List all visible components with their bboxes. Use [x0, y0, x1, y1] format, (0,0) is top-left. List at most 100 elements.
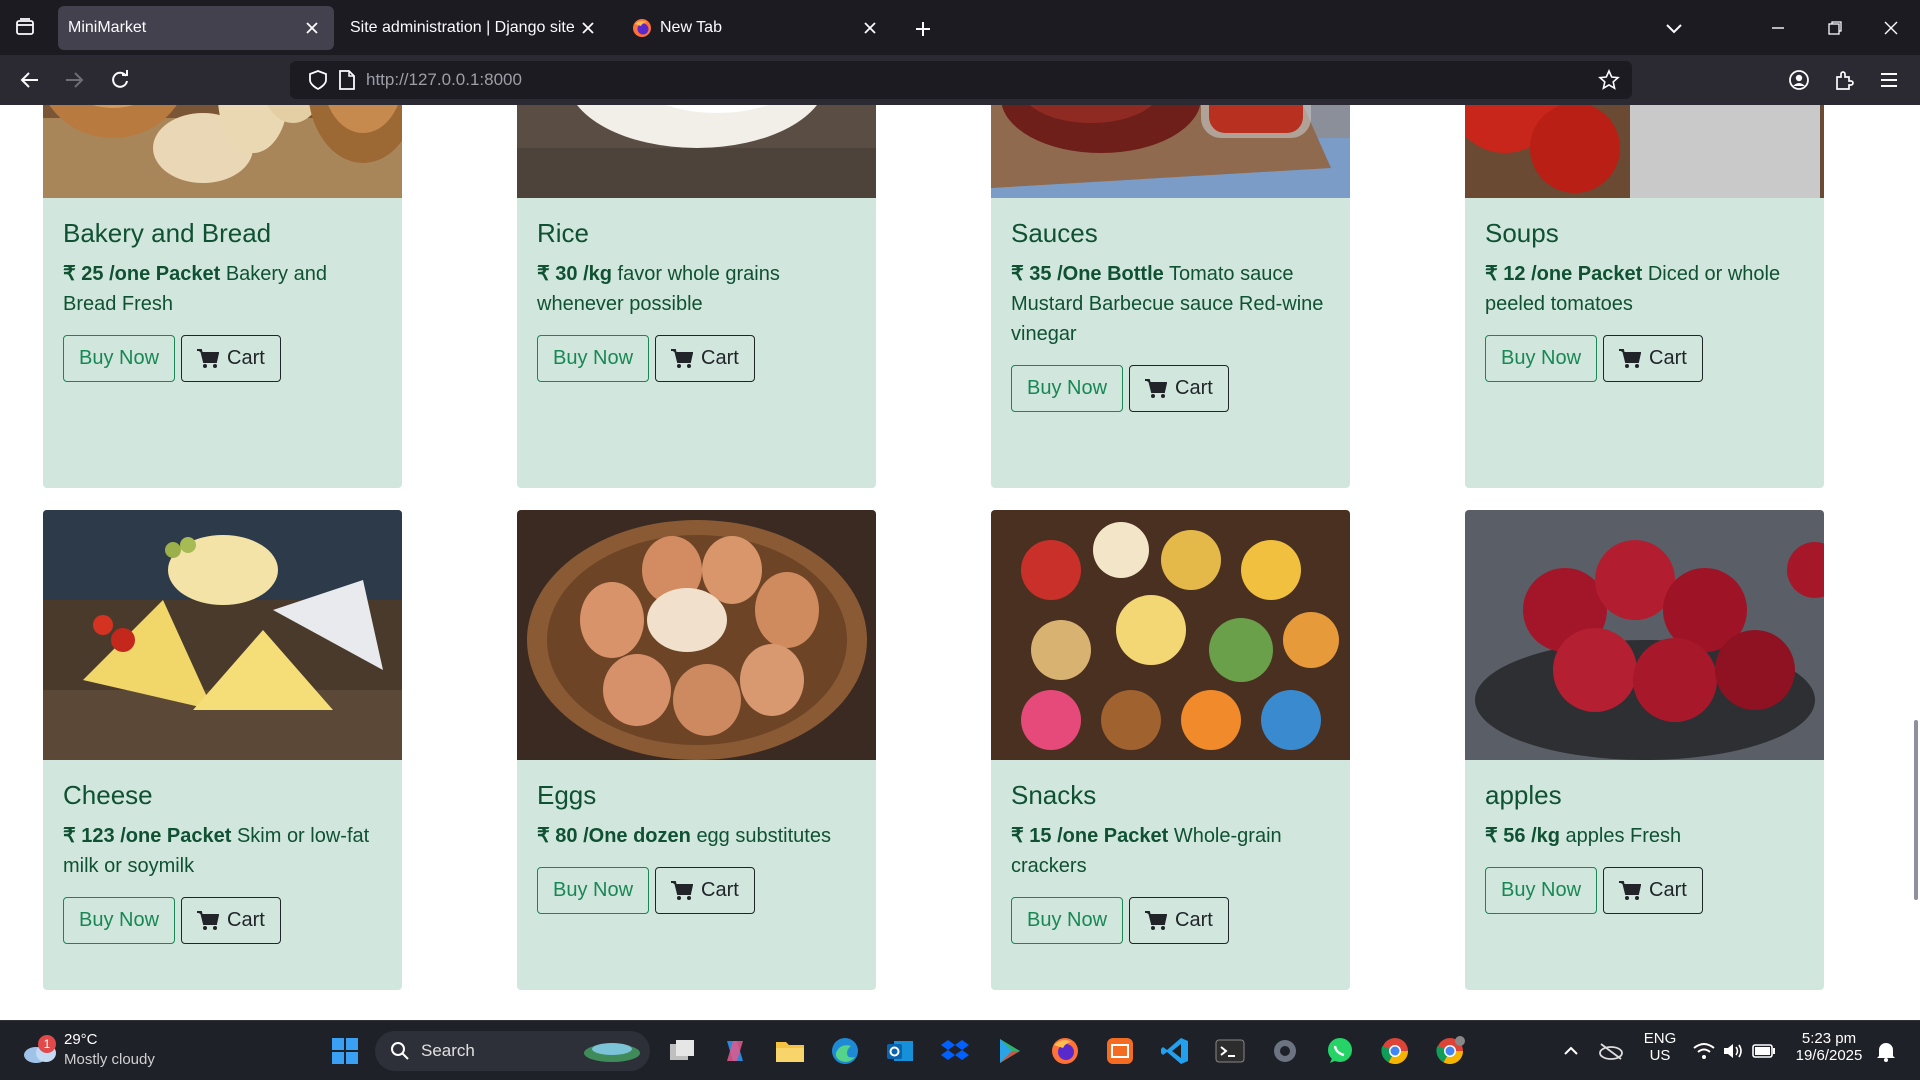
close-icon[interactable]	[300, 16, 324, 40]
back-arrow-icon[interactable]	[13, 63, 47, 97]
tab-title: Site administration | Django site adr	[350, 19, 576, 36]
shield-icon[interactable]	[308, 70, 328, 95]
buy-now-button[interactable]: Buy Now	[1485, 335, 1598, 382]
onedrive-icon[interactable]	[1593, 1033, 1629, 1069]
cart-button[interactable]: Cart	[1603, 867, 1703, 914]
page-content: Bakery and Bread ₹ 25 /one Packet Bakery…	[0, 105, 1920, 1020]
weather-temperature: 29°C	[64, 1031, 98, 1048]
product-name: Snacks	[1011, 780, 1097, 810]
cart-icon	[197, 910, 220, 930]
outlook-icon[interactable]	[882, 1033, 918, 1069]
vscode-icon[interactable]	[1157, 1033, 1193, 1069]
tab-new-tab[interactable]: New Tab	[622, 6, 892, 50]
tab-django-admin[interactable]: Site administration | Django site adr	[340, 6, 610, 50]
copilot-icon[interactable]	[717, 1033, 753, 1069]
restore-icon[interactable]	[1815, 8, 1855, 48]
reload-icon[interactable]	[103, 63, 137, 97]
edge-icon[interactable]	[827, 1033, 863, 1069]
terminal-icon[interactable]	[1212, 1033, 1248, 1069]
chevron-down-icon[interactable]	[1654, 8, 1694, 48]
firefox-taskbar-icon[interactable]	[1047, 1033, 1083, 1069]
cart-button[interactable]: Cart	[181, 335, 281, 382]
close-icon[interactable]	[576, 16, 600, 40]
clock[interactable]: 5:23 pm 19/6/2025	[1784, 1030, 1874, 1064]
product-name: Sauces	[1011, 218, 1098, 248]
app-orange-icon[interactable]	[1102, 1033, 1138, 1069]
product-price: ₹ 80 /One dozen	[537, 825, 691, 847]
cart-button[interactable]: Cart	[1129, 365, 1229, 412]
cart-icon	[1619, 348, 1642, 368]
product-description: ₹ 56 /kg apples Fresh	[1485, 825, 1682, 847]
product-card: Rice ₹ 30 /kg favor whole grains wheneve…	[517, 105, 876, 488]
account-icon[interactable]	[1782, 63, 1816, 97]
cart-button[interactable]: Cart	[1129, 897, 1229, 944]
taskbar-search[interactable]: Search	[375, 1031, 650, 1071]
buy-now-button[interactable]: Buy Now	[63, 335, 176, 382]
settings-gear-icon[interactable]	[1267, 1033, 1303, 1069]
product-name: apples	[1485, 780, 1562, 810]
product-image	[991, 510, 1350, 760]
close-icon[interactable]	[858, 16, 882, 40]
product-description: ₹ 30 /kg favor whole grains whenever pos…	[537, 263, 780, 315]
product-price: ₹ 56 /kg	[1485, 825, 1560, 847]
tab-minimarket[interactable]: MiniMarket	[58, 6, 334, 50]
forward-arrow-icon[interactable]	[57, 63, 91, 97]
language-indicator[interactable]: ENG US	[1640, 1030, 1680, 1064]
minimize-icon[interactable]	[1758, 8, 1798, 48]
cart-button[interactable]: Cart	[181, 897, 281, 944]
product-description: ₹ 123 /one Packet Skim or low-fat milk o…	[63, 825, 370, 877]
play-store-icon[interactable]	[992, 1033, 1028, 1069]
product-card: Cheese ₹ 123 /one Packet Skim or low-fat…	[43, 510, 402, 990]
buy-now-button[interactable]: Buy Now	[63, 897, 176, 944]
close-window-icon[interactable]	[1871, 8, 1911, 48]
product-image	[517, 105, 876, 198]
cart-icon	[671, 348, 694, 368]
product-name: Bakery and Bread	[63, 218, 272, 248]
search-icon	[391, 1042, 409, 1060]
product-card: Bakery and Bread ₹ 25 /one Packet Bakery…	[43, 105, 402, 488]
url-text[interactable]: http://127.0.0.1:8000	[366, 70, 522, 90]
dropbox-icon[interactable]	[937, 1033, 973, 1069]
tab-list-icon[interactable]	[8, 10, 42, 44]
chrome-icon[interactable]	[1377, 1033, 1413, 1069]
cart-button[interactable]: Cart	[1603, 335, 1703, 382]
cart-icon	[1619, 880, 1642, 900]
buy-now-button[interactable]: Buy Now	[537, 335, 650, 382]
scrollbar-thumb[interactable]	[1914, 720, 1918, 900]
windows-start-icon[interactable]	[327, 1033, 363, 1069]
weather-condition: Mostly cloudy	[64, 1051, 155, 1068]
buy-now-button[interactable]: Buy Now	[1011, 365, 1124, 412]
whatsapp-icon[interactable]	[1322, 1033, 1358, 1069]
tab-title: New Tab	[660, 19, 722, 36]
page-info-icon[interactable]	[338, 70, 356, 95]
product-image	[43, 105, 402, 198]
tab-title: MiniMarket	[68, 19, 147, 36]
notification-bell-icon[interactable]	[1868, 1033, 1904, 1069]
bookmark-star-icon[interactable]	[1598, 69, 1620, 96]
buy-now-button[interactable]: Buy Now	[1485, 867, 1598, 914]
cart-button[interactable]: Cart	[655, 335, 755, 382]
firefox-icon	[632, 18, 652, 38]
buy-now-button[interactable]: Buy Now	[1011, 897, 1124, 944]
url-bar[interactable]: http://127.0.0.1:8000	[290, 61, 1632, 99]
file-explorer-icon[interactable]	[772, 1033, 808, 1069]
product-description: ₹ 80 /One dozen egg substitutes	[537, 825, 831, 847]
product-description: ₹ 35 /One Bottle Tomato sauce Mustard Ba…	[1011, 263, 1324, 345]
product-grid: Bakery and Bread ₹ 25 /one Packet Bakery…	[43, 105, 1824, 990]
cart-button[interactable]: Cart	[655, 867, 755, 914]
chevron-up-icon[interactable]	[1553, 1033, 1589, 1069]
taskbar: 1 29°C Mostly cloudy Search ENG US 5:23 …	[0, 1020, 1920, 1080]
chrome-profile-icon[interactable]	[1432, 1033, 1468, 1069]
battery-icon[interactable]	[1746, 1033, 1782, 1069]
product-image	[517, 510, 876, 760]
extensions-icon[interactable]	[1827, 63, 1861, 97]
buy-now-button[interactable]: Buy Now	[537, 867, 650, 914]
product-card: apples ₹ 56 /kg apples Fresh Buy Now Car…	[1465, 510, 1824, 990]
task-view-icon[interactable]	[664, 1033, 700, 1069]
weather-widget[interactable]: 1 29°C Mostly cloudy	[20, 1029, 200, 1075]
product-price: ₹ 30 /kg	[537, 263, 612, 285]
cart-icon	[1145, 378, 1168, 398]
page-scrollbar[interactable]	[1912, 105, 1920, 1020]
new-tab-plus-icon[interactable]	[906, 12, 940, 46]
menu-hamburger-icon[interactable]	[1872, 63, 1906, 97]
